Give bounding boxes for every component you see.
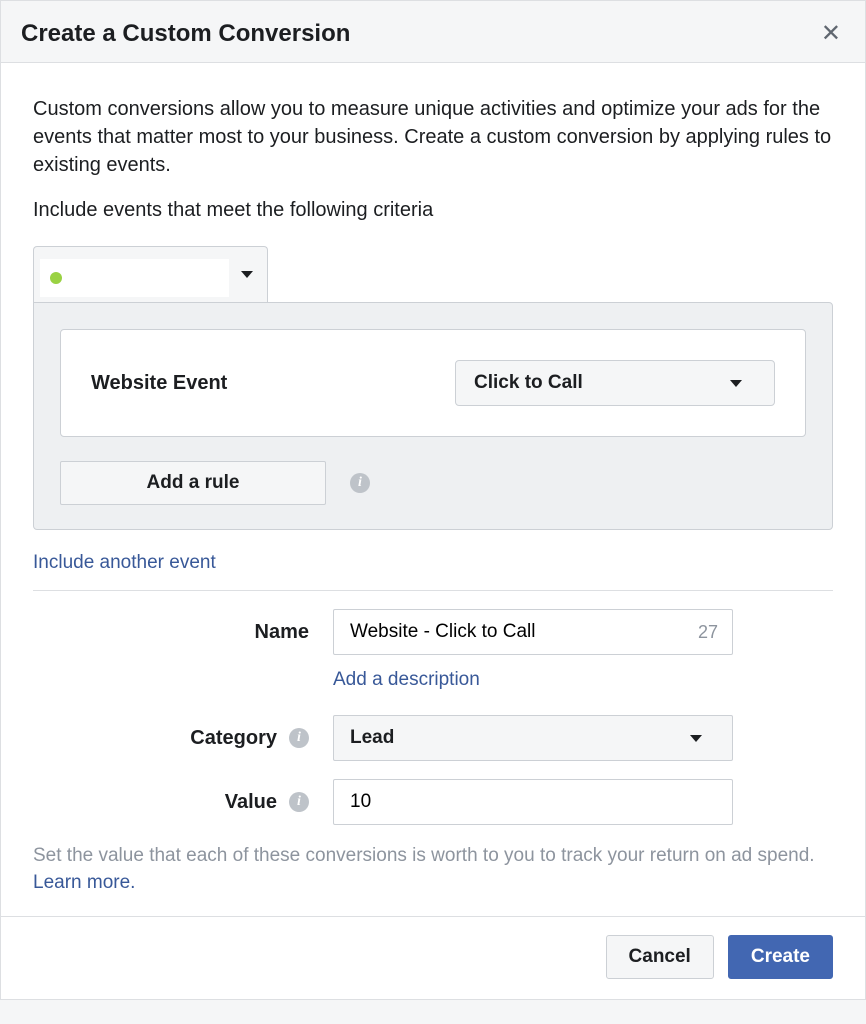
caret-down-icon xyxy=(241,271,253,278)
name-input[interactable] xyxy=(348,620,698,644)
info-icon[interactable]: i xyxy=(350,473,370,493)
close-icon[interactable]: ✕ xyxy=(817,19,845,48)
name-label: Name xyxy=(255,621,309,644)
modal-title: Create a Custom Conversion xyxy=(21,20,350,48)
cancel-button[interactable]: Cancel xyxy=(606,935,714,979)
website-event-dropdown[interactable]: Click to Call xyxy=(455,360,775,406)
create-button[interactable]: Create xyxy=(728,935,833,979)
caret-down-icon xyxy=(730,380,742,387)
website-event-label: Website Event xyxy=(91,372,227,395)
divider xyxy=(33,590,833,591)
value-label: Value xyxy=(225,791,277,814)
caret-down-icon xyxy=(690,735,702,742)
include-another-event-link[interactable]: Include another event xyxy=(33,552,216,574)
learn-more-link[interactable]: Learn more. xyxy=(33,870,135,897)
modal-footer: Cancel Create xyxy=(1,916,865,999)
criteria-label: Include events that meet the following c… xyxy=(33,199,833,222)
pixel-select[interactable] xyxy=(33,246,268,302)
add-rule-button[interactable]: Add a rule xyxy=(60,461,326,505)
modal-body: Custom conversions allow you to measure … xyxy=(1,63,865,896)
info-icon[interactable]: i xyxy=(289,792,309,812)
event-criteria-box: Website Event Click to Call Add a rule i xyxy=(33,302,833,530)
category-dropdown[interactable]: Lead xyxy=(333,715,733,761)
value-input[interactable] xyxy=(348,790,718,814)
website-event-value: Click to Call xyxy=(474,372,583,394)
value-helper-text: Set the value that each of these convers… xyxy=(33,843,833,896)
add-description-link[interactable]: Add a description xyxy=(333,669,480,691)
status-dot-icon xyxy=(50,272,62,284)
modal-header: Create a Custom Conversion ✕ xyxy=(1,1,865,63)
website-event-row: Website Event Click to Call xyxy=(60,329,806,437)
category-label: Category xyxy=(190,727,277,750)
custom-conversion-modal: Create a Custom Conversion ✕ Custom conv… xyxy=(0,0,866,1000)
value-input-wrapper xyxy=(333,779,733,825)
info-icon[interactable]: i xyxy=(289,728,309,748)
name-input-wrapper: 27 xyxy=(333,609,733,655)
category-value: Lead xyxy=(350,727,394,749)
intro-text: Custom conversions allow you to measure … xyxy=(33,95,833,179)
name-char-count: 27 xyxy=(698,622,718,643)
